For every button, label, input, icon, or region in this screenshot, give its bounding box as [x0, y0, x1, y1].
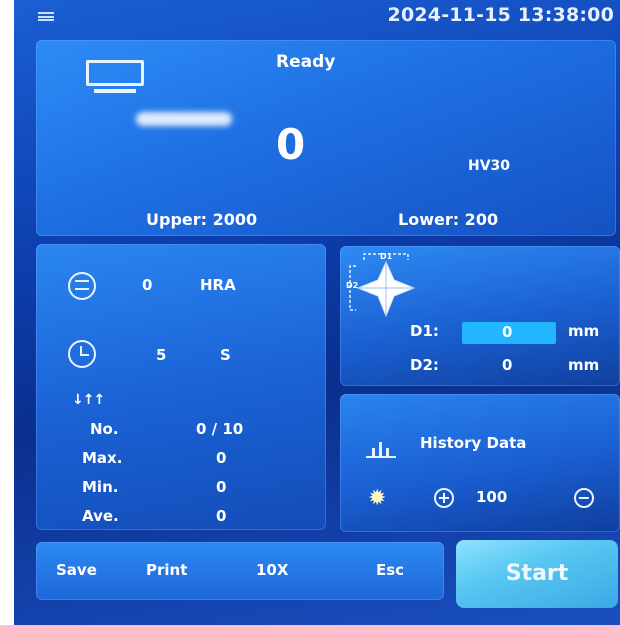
d1-input-field[interactable]: 0: [462, 322, 556, 344]
stat-min-label: Min.: [82, 478, 119, 496]
print-button[interactable]: Print: [146, 561, 187, 579]
stat-min-value: 0: [216, 478, 227, 496]
dwell-value[interactable]: 5: [156, 346, 166, 364]
datetime: 2024-11-15 13:38:00: [387, 4, 614, 26]
reading-display-panel: Ready 0 HV30 Upper: 2000 Lower: 200: [36, 40, 616, 236]
decrease-light-button[interactable]: −: [574, 488, 594, 508]
device-screen: 2024-11-15 13:38:00 Ready 0 HV30 Upper: …: [14, 0, 620, 625]
conversion-scale[interactable]: HRA: [200, 276, 236, 294]
history-data-button[interactable]: History Data: [420, 434, 526, 452]
d2-label: D2:: [410, 356, 439, 374]
stat-ave-value: 0: [216, 507, 227, 525]
lower-limit[interactable]: Lower: 200: [398, 210, 498, 229]
increase-light-button[interactable]: +: [434, 488, 454, 508]
conversion-value: 0: [142, 276, 153, 294]
save-button[interactable]: Save: [56, 561, 97, 579]
screen-glare: [136, 112, 232, 126]
stat-ave-label: Ave.: [82, 507, 119, 525]
top-bar: 2024-11-15 13:38:00: [14, 0, 620, 34]
indentation-diamond-icon: D1 D2: [346, 252, 416, 318]
bar-chart-icon[interactable]: [366, 438, 396, 458]
stat-no-value: 0 / 10: [196, 420, 244, 438]
d2-unit: mm: [568, 356, 600, 374]
start-button[interactable]: Start: [456, 540, 618, 608]
status-text: Ready: [276, 52, 336, 72]
dwell-unit: S: [220, 346, 231, 364]
stat-max-label: Max.: [82, 449, 123, 467]
d1-value: 0: [502, 323, 513, 341]
d1-unit: mm: [568, 322, 600, 340]
diagram-d1-label: D1: [380, 252, 393, 261]
d1-label: D1:: [410, 322, 439, 340]
hardness-unit[interactable]: HV30: [468, 158, 510, 174]
diagram-d2-label: D2: [346, 281, 358, 290]
clock-icon[interactable]: [68, 340, 96, 368]
conversion-swap-icon[interactable]: [68, 272, 96, 300]
stat-max-value: 0: [216, 449, 227, 467]
brightness-icon: ✹: [368, 486, 387, 511]
light-level-value: 100: [476, 488, 508, 506]
history-light-panel: History Data ✹ + 100 −: [340, 394, 620, 532]
bottom-toolbar: Save Print 10X Esc: [36, 542, 444, 600]
test-settings-panel: 0 HRA 5 S ↓↑↑ No. 0 / 10 Max. 0 Min. 0 A…: [36, 244, 326, 530]
esc-button[interactable]: Esc: [376, 561, 404, 579]
stat-no-label: No.: [90, 420, 119, 438]
d2-value: 0: [502, 356, 513, 374]
lens-10x-button[interactable]: 10X: [256, 561, 288, 579]
upper-limit[interactable]: Upper: 2000: [146, 210, 257, 229]
statistics-icon: ↓↑↑: [72, 392, 105, 408]
monitor-icon[interactable]: [86, 60, 144, 94]
menu-icon[interactable]: [38, 12, 54, 21]
indent-measurement-panel: D1 D2 D1: 0 mm D2: 0 mm: [340, 246, 620, 386]
hardness-reading: 0: [276, 120, 306, 169]
